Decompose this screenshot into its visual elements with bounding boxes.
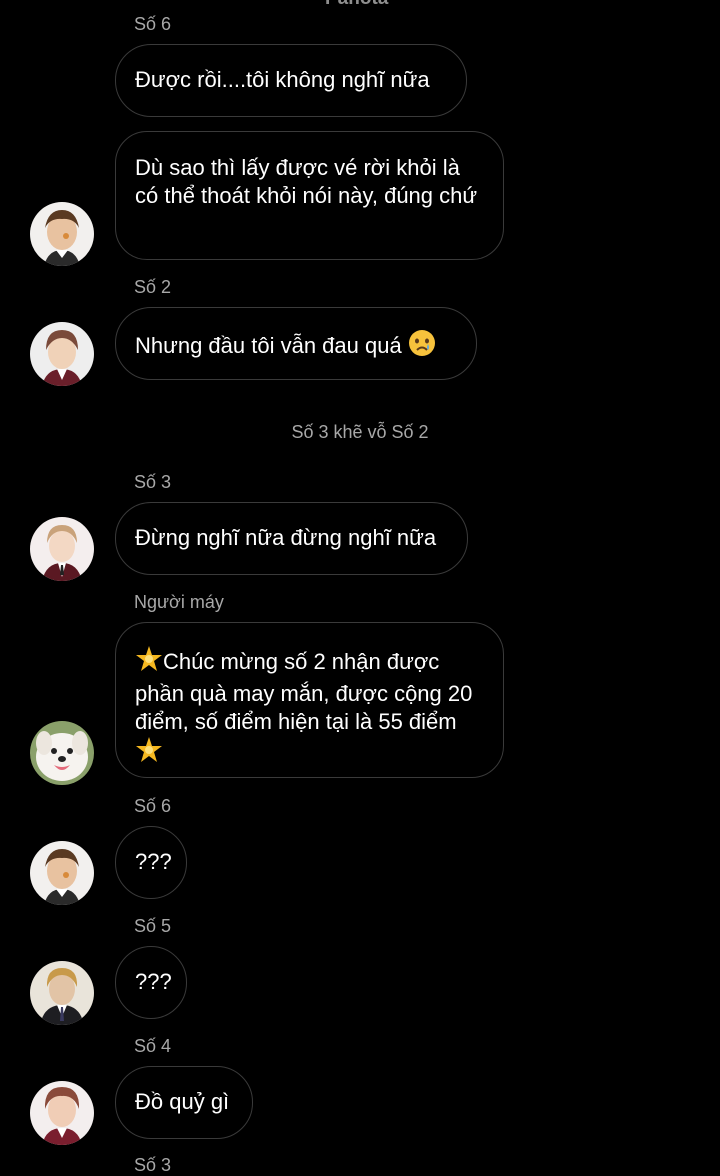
- star-emoji: [135, 645, 163, 680]
- message-text: ???: [135, 849, 172, 874]
- avatar-so-2[interactable]: [30, 322, 94, 386]
- message-bubble[interactable]: ???: [115, 826, 187, 899]
- message-text: Đừng nghĩ nữa đừng nghĩ nữa: [135, 525, 437, 550]
- sender-name: Số 3: [134, 1155, 172, 1175]
- sender-name: Số 2: [134, 277, 172, 297]
- message-text: Dù sao thì lấy được vé rời khỏi là có th…: [135, 155, 478, 208]
- message-bubble[interactable]: ???: [115, 946, 187, 1019]
- message-text: Nhưng đầu tôi vẫn đau quá: [135, 333, 402, 358]
- avatar-so-3[interactable]: [30, 517, 94, 581]
- message-bubble[interactable]: Đồ quỷ gì: [115, 1066, 253, 1139]
- message-text: Đồ quỷ gì: [135, 1089, 230, 1114]
- chat-title-partial: Panota: [325, 0, 388, 10]
- message-bubble[interactable]: Nhưng đầu tôi vẫn đau quá: [115, 307, 477, 380]
- message-text: Được rồi....tôi không nghĩ nữa: [135, 67, 430, 92]
- sender-name: Số 4: [134, 1036, 172, 1056]
- avatar-robot-dog[interactable]: [30, 721, 94, 785]
- message-bubble[interactable]: Chúc mừng số 2 nhận được phần quà may mắ…: [115, 622, 504, 778]
- message-bubble[interactable]: Đừng nghĩ nữa đừng nghĩ nữa: [115, 502, 468, 575]
- sender-name: Số 3: [134, 472, 172, 492]
- message-text: ???: [135, 969, 172, 994]
- star-emoji: [135, 736, 163, 771]
- avatar-so-5[interactable]: [30, 961, 94, 1025]
- message-bubble[interactable]: Được rồi....tôi không nghĩ nữa: [115, 44, 467, 117]
- crying-face-emoji: [408, 329, 436, 364]
- sender-name: Số 6: [134, 14, 172, 34]
- sender-name: Người máy: [134, 592, 224, 612]
- message-bubble[interactable]: Dù sao thì lấy được vé rời khỏi là có th…: [115, 131, 504, 260]
- avatar-so-4[interactable]: [30, 1081, 94, 1145]
- avatar-so-6[interactable]: [30, 202, 94, 266]
- sender-name: Số 6: [134, 796, 172, 816]
- message-text: Chúc mừng số 2 nhận được phần quà may mắ…: [135, 649, 473, 734]
- avatar-so-6[interactable]: [30, 841, 94, 905]
- system-message: Số 3 khẽ vỗ Số 2: [291, 422, 429, 442]
- sender-name: Số 5: [134, 916, 172, 936]
